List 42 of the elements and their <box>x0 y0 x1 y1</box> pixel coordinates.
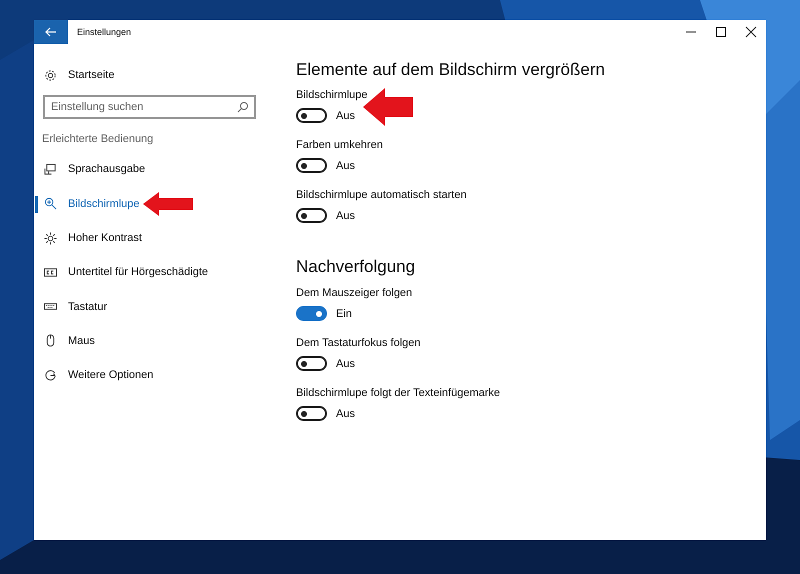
captions-icon <box>44 266 57 279</box>
toggle-state: Aus <box>336 358 355 370</box>
toggle-state: Ein <box>336 308 352 320</box>
sidebar-item[interactable]: Maus <box>34 324 274 358</box>
setting-label: Farben umkehren <box>296 139 384 151</box>
sidebar-item[interactable]: Hoher Kontrast <box>34 220 274 256</box>
setting-label: Bildschirmlupe <box>296 89 369 101</box>
sidebar-item[interactable]: Sprachausgabe <box>34 152 274 187</box>
sidebar-item[interactable]: Tastatur <box>34 289 274 324</box>
section-heading: Erleichterte Bedienung <box>42 133 154 146</box>
mouse-icon <box>44 334 57 348</box>
toggle-switch[interactable] <box>296 208 327 223</box>
toggle-state: Aus <box>336 160 355 172</box>
setting-label: Bildschirmlupe automatisch starten <box>296 189 468 201</box>
toggle-state: Aus <box>336 408 355 420</box>
search-icon <box>237 101 249 114</box>
toggle-switch[interactable] <box>296 406 327 421</box>
home-nav-item[interactable]: Startseite <box>34 58 274 92</box>
pointer-arrow <box>143 192 193 216</box>
magnifier-icon <box>44 197 57 210</box>
section-title: Nachverfolgung <box>296 257 416 277</box>
section-title: Elemente auf dem Bildschirm vergrößern <box>296 60 606 80</box>
back-button[interactable] <box>34 20 68 44</box>
toggle-switch[interactable] <box>296 356 327 371</box>
setting-label: Bildschirmlupe folgt der Texteinfügemarke <box>296 387 502 399</box>
sun-icon <box>44 232 57 245</box>
sidebar-item[interactable]: Weitere Optionen <box>34 358 274 392</box>
toggle-state: Aus <box>336 210 355 222</box>
toggle-switch[interactable] <box>296 306 327 321</box>
search-field[interactable]: Einstellung suchen <box>43 95 256 120</box>
gear-icon <box>44 68 57 82</box>
sidebar-item[interactable]: Bildschirmlupe <box>34 186 274 221</box>
sidebar-item[interactable]: Untertitel für Hörgeschädigte <box>34 255 274 290</box>
monitor-icon <box>44 162 57 176</box>
toggle-state: Aus <box>336 110 355 122</box>
toggle-switch[interactable] <box>296 108 327 123</box>
setting-label: Dem Mauszeiger folgen <box>296 287 414 299</box>
toggle-switch[interactable] <box>296 158 327 173</box>
clock-icon <box>44 368 57 382</box>
setting-label: Dem Tastaturfokus folgen <box>296 337 422 349</box>
window-title: Einstellungen <box>77 27 132 37</box>
back-arrow-icon <box>45 27 57 37</box>
